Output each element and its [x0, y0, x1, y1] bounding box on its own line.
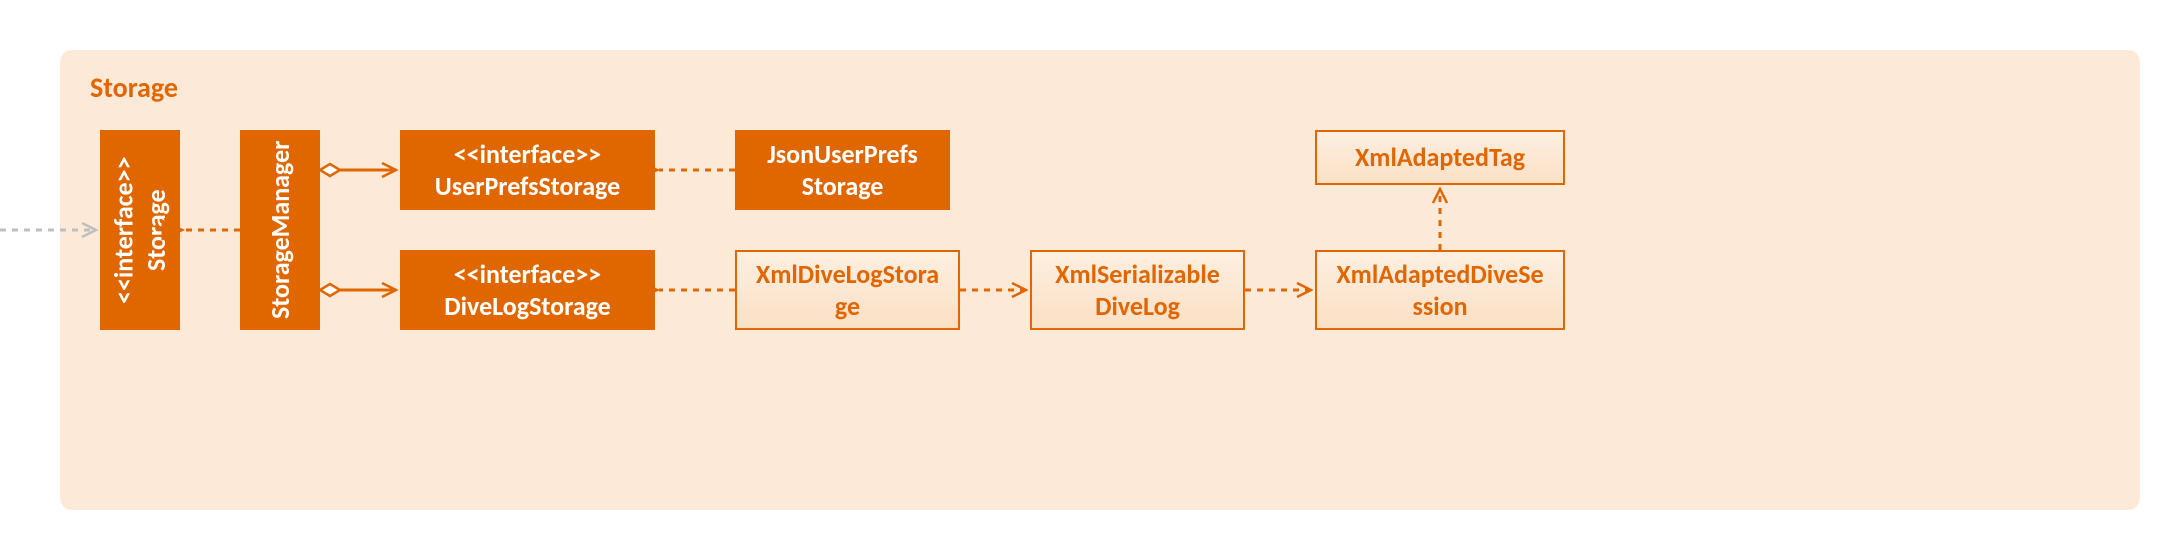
class-name-line1: XmlAdaptedDiveSe: [1336, 258, 1543, 291]
class-storage-interface: <<interface>> Storage: [100, 130, 180, 330]
class-name-line1: XmlSerializable: [1055, 258, 1220, 291]
class-name-label: Storage: [140, 189, 173, 271]
class-name-line1: JsonUserPrefs: [767, 138, 918, 171]
class-name-label: UserPrefsStorage: [435, 170, 620, 203]
class-storage-manager: StorageManager: [240, 130, 320, 330]
class-json-userprefs-storage: JsonUserPrefs Storage: [735, 130, 950, 210]
class-name-line2: ssion: [1412, 290, 1467, 323]
class-name-line1: XmlDiveLogStora: [756, 258, 939, 291]
class-name-label: DiveLogStorage: [444, 290, 611, 323]
class-xml-divelog-storage: XmlDiveLogStora ge: [735, 250, 960, 330]
class-xml-serializable-divelog: XmlSerializable DiveLog: [1030, 250, 1245, 330]
package-title: Storage: [90, 70, 178, 105]
stereotype-label: <<interface>>: [454, 258, 602, 291]
stereotype-label: <<interface>>: [454, 138, 602, 171]
stereotype-label: <<interface>>: [108, 156, 141, 304]
class-name-line2: Storage: [802, 170, 884, 203]
class-xml-adapted-divesession: XmlAdaptedDiveSe ssion: [1315, 250, 1565, 330]
class-name-label: XmlAdaptedTag: [1355, 141, 1525, 174]
class-name-line2: DiveLog: [1095, 290, 1180, 323]
class-userprefs-interface: <<interface>> UserPrefsStorage: [400, 130, 655, 210]
class-divelog-interface: <<interface>> DiveLogStorage: [400, 250, 655, 330]
class-name-label: StorageManager: [264, 141, 297, 319]
class-xml-adapted-tag: XmlAdaptedTag: [1315, 130, 1565, 185]
class-name-line2: ge: [835, 290, 860, 323]
